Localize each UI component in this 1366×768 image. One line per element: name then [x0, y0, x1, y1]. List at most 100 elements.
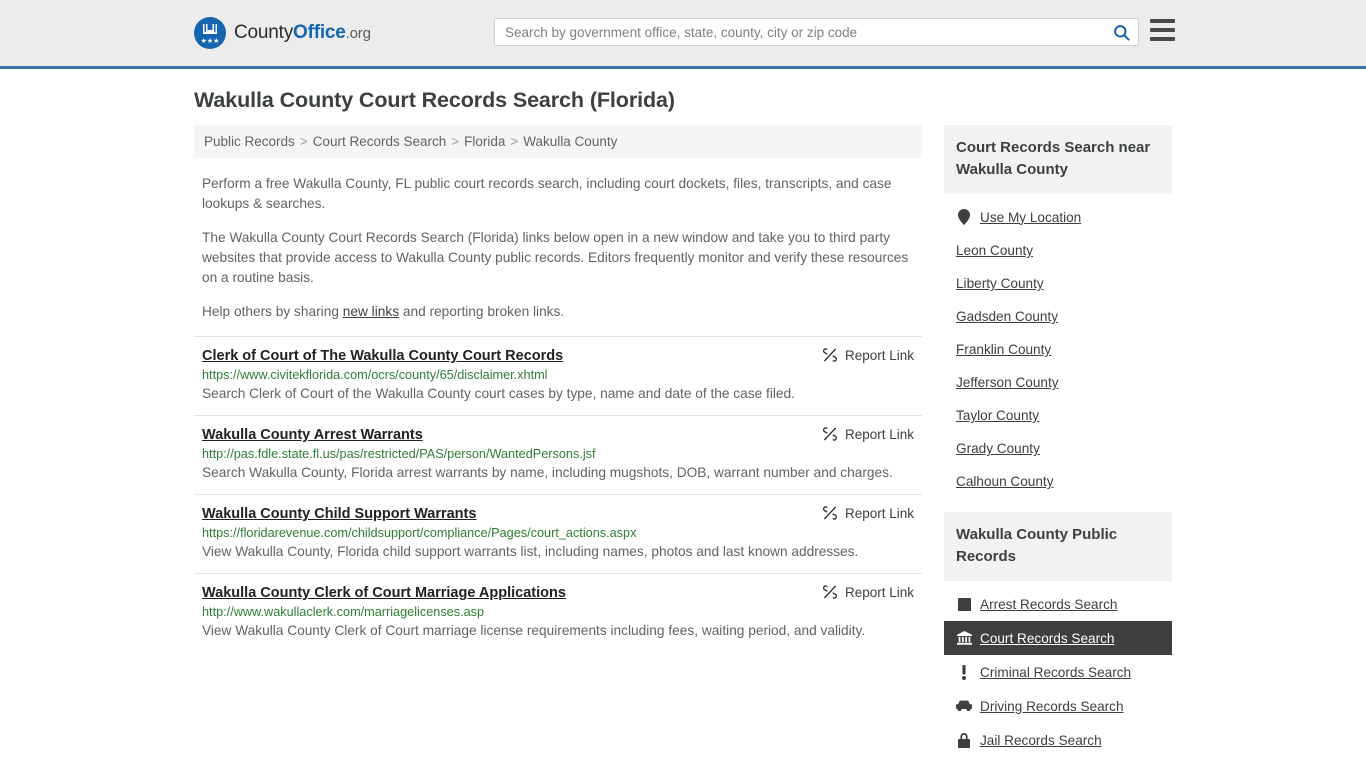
hamburger-bar-1	[1150, 19, 1175, 23]
report-link-button[interactable]: Report Link	[822, 347, 914, 363]
site-header: CountyOffice.org	[0, 0, 1366, 69]
fingerprint-icon	[956, 596, 972, 612]
intro-paragraph-2: The Wakulla County Court Records Search …	[202, 230, 909, 285]
site-logo[interactable]: CountyOffice.org	[194, 17, 371, 49]
nearby-counties-heading: Court Records Search near Wakulla County	[944, 125, 1172, 194]
report-link-label: Report Link	[844, 347, 914, 363]
report-link-label: Report Link	[844, 584, 914, 600]
result-title-link[interactable]: Wakulla County Clerk of Court Marriage A…	[202, 585, 566, 601]
new-links-link[interactable]: new links	[343, 304, 399, 319]
public-records-panel: Wakulla County Public Records Arrest Rec…	[944, 512, 1172, 757]
nearby-county-link[interactable]: Franklin County	[944, 333, 1172, 366]
unlink-icon	[822, 348, 837, 362]
exclamation-icon	[956, 664, 972, 680]
public-record-link[interactable]: Driving Records Search	[944, 689, 1172, 723]
search-bar[interactable]	[494, 18, 1139, 46]
county-office-seal-icon	[194, 17, 226, 49]
result-item: Wakulla County Child Support Warrants htt…	[194, 494, 922, 573]
result-title-link[interactable]: Wakulla County Child Support Warrants	[202, 506, 476, 522]
results-list: Clerk of Court of The Wakulla County Cou…	[194, 336, 922, 652]
unlink-icon	[822, 585, 837, 599]
car-icon	[956, 698, 972, 714]
brand-wordmark: CountyOffice.org	[234, 22, 371, 44]
brand-part-county: County	[234, 22, 294, 43]
public-records-heading: Wakulla County Public Records	[944, 512, 1172, 581]
map-pin-icon	[956, 209, 972, 225]
lock-icon	[956, 732, 972, 748]
result-item: Clerk of Court of The Wakulla County Cou…	[194, 336, 922, 415]
courthouse-icon	[956, 630, 972, 646]
intro-paragraph-3: Help others by sharing new links and rep…	[194, 302, 922, 322]
public-record-label: Driving Records Search	[980, 698, 1124, 714]
report-link-label: Report Link	[844, 505, 914, 521]
lock-icon	[958, 732, 970, 748]
nearby-county-link[interactable]: Leon County	[944, 234, 1172, 267]
main-column: Public Records > Court Records Search > Flor…	[194, 125, 922, 768]
nearby-county-link[interactable]: Liberty County	[944, 267, 1172, 300]
intro-section: Perform a free Wakulla County, FL public…	[194, 174, 922, 322]
content-columns: Public Records > Court Records Search > Flor…	[194, 125, 1172, 768]
intro-paragraph-1: Perform a free Wakulla County, FL public…	[202, 176, 892, 211]
nearby-county-link[interactable]: Jefferson County	[944, 366, 1172, 399]
report-link-button[interactable]: Report Link	[822, 584, 914, 600]
fingerprint-icon	[957, 597, 971, 611]
result-url[interactable]: https://floridarevenue.com/childsupport/…	[202, 526, 914, 540]
page-title: Wakulla County Court Records Search (Flo…	[194, 88, 675, 112]
result-item: Wakulla County Arrest Warrants http://pas…	[194, 415, 922, 494]
sidebar: Court Records Search near Wakulla County…	[944, 125, 1172, 768]
nearby-county-link[interactable]: Taylor County	[944, 399, 1172, 432]
public-record-link[interactable]: Court Records Search	[944, 621, 1172, 655]
breadcrumb-separator-1: >	[299, 134, 308, 149]
result-description: Search Clerk of Court of the Wakulla Cou…	[202, 386, 795, 401]
nearby-counties-panel: Court Records Search near Wakulla County…	[944, 125, 1172, 498]
breadcrumb: Public Records > Court Records Search > Flor…	[194, 125, 922, 158]
breadcrumb-item-public-records[interactable]: Public Records	[204, 134, 295, 149]
nearby-county-link[interactable]: Grady County	[944, 432, 1172, 465]
report-link-button[interactable]: Report Link	[822, 426, 914, 442]
public-record-label: Jail Records Search	[980, 732, 1102, 748]
report-link-label: Report Link	[844, 426, 914, 442]
use-my-location-link[interactable]: Use My Location	[944, 200, 1172, 234]
result-description: Search Wakulla County, Florida arrest wa…	[202, 465, 893, 480]
brand-part-org: .org	[345, 25, 371, 42]
public-record-link[interactable]: Criminal Records Search	[944, 655, 1172, 689]
county-links-container: Leon County Liberty County Gadsden County F…	[944, 234, 1172, 498]
report-link-button[interactable]: Report Link	[822, 505, 914, 521]
hamburger-menu-icon[interactable]	[1150, 19, 1175, 41]
public-record-label: Court Records Search	[980, 630, 1115, 646]
result-description: View Wakulla County, Florida child suppo…	[202, 544, 859, 559]
search-input[interactable]	[495, 19, 1104, 45]
result-url[interactable]: https://www.civitekflorida.com/ocrs/coun…	[202, 368, 914, 382]
use-my-location-label: Use My Location	[980, 209, 1082, 225]
public-record-link[interactable]: Jail Records Search	[944, 723, 1172, 757]
intro-p3-before: Help others by sharing	[202, 304, 343, 319]
public-record-label: Criminal Records Search	[980, 664, 1132, 680]
brand-part-office: Office	[293, 22, 346, 43]
public-records-list: Arrest Records Search Court Records Searc…	[944, 581, 1172, 757]
search-icon	[1113, 24, 1130, 41]
result-url[interactable]: http://pas.fdle.state.fl.us/pas/restrict…	[202, 447, 914, 461]
result-title-link[interactable]: Wakulla County Arrest Warrants	[202, 427, 423, 443]
breadcrumb-item-wakulla-county[interactable]: Wakulla County	[523, 134, 617, 149]
unlink-icon	[822, 427, 837, 441]
breadcrumb-item-florida[interactable]: Florida	[464, 134, 505, 149]
exclamation-icon	[962, 664, 966, 680]
unlink-icon	[822, 506, 837, 520]
public-record-label: Arrest Records Search	[980, 596, 1118, 612]
hamburger-bar-3	[1150, 37, 1175, 41]
result-url[interactable]: http://www.wakullaclerk.com/marriagelice…	[202, 605, 914, 619]
nearby-county-link[interactable]: Calhoun County	[944, 465, 1172, 498]
courthouse-icon	[956, 631, 972, 645]
breadcrumb-separator-3: >	[510, 134, 519, 149]
search-button[interactable]	[1104, 19, 1138, 45]
nearby-county-link[interactable]: Gadsden County	[944, 300, 1172, 333]
car-icon	[956, 700, 972, 712]
result-title-link[interactable]: Clerk of Court of The Wakulla County Cou…	[202, 348, 563, 364]
nearby-counties-list: Use My Location Leon County Liberty Count…	[944, 194, 1172, 498]
result-item: Wakulla County Clerk of Court Marriage A…	[194, 573, 922, 652]
public-record-link[interactable]: Arrest Records Search	[944, 587, 1172, 621]
breadcrumb-item-court-records-search[interactable]: Court Records Search	[313, 134, 447, 149]
intro-p3-after: and reporting broken links.	[399, 304, 565, 319]
result-description: View Wakulla County Clerk of Court marri…	[202, 623, 866, 638]
hamburger-bar-2	[1150, 28, 1175, 32]
